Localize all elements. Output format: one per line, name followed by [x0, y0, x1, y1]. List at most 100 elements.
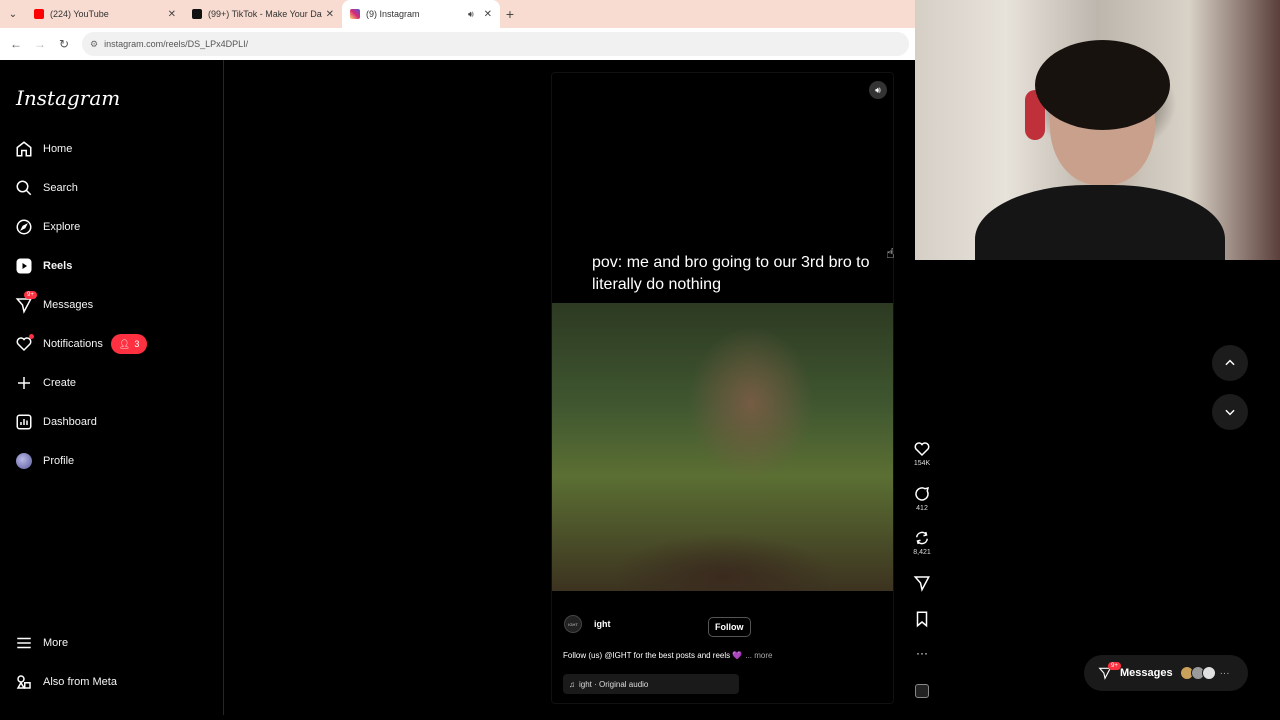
notification-count-badge[interactable]: 👤︎ 3: [110, 334, 148, 354]
reel-caption-area: 🔊︎ pov: me and bro going to our 3rd bro …: [552, 73, 893, 303]
avatar: [1201, 666, 1216, 680]
follow-button[interactable]: Follow: [708, 617, 751, 637]
next-reel-button[interactable]: [1212, 394, 1248, 430]
tab-instagram[interactable]: (9) Instagram 🔊︎ ✕: [342, 0, 500, 28]
previous-reel-button[interactable]: [1212, 345, 1248, 381]
sidebar-item-label: Profile: [43, 455, 75, 467]
sidebar-item-more[interactable]: More: [14, 630, 204, 656]
like-action[interactable]: 154K: [910, 440, 934, 467]
profile-icon-wrap: [14, 451, 34, 471]
sidebar-item-create[interactable]: Create: [14, 370, 204, 396]
audio-thumbnail-image[interactable]: [915, 684, 929, 698]
compass-icon: [14, 217, 34, 237]
author-avatar[interactable]: IGHT: [564, 615, 582, 633]
back-icon[interactable]: ←: [4, 37, 28, 51]
audio-link[interactable]: ♫ ight · Original audio: [563, 674, 739, 694]
youtube-icon: [34, 9, 44, 19]
sidebar-item-label: Search: [43, 182, 78, 194]
sidebar-item-label: Explore: [43, 221, 81, 233]
browser-tab-bar: ⌄ (224) YouTube ✕ (99+) TikTok - Make Yo…: [0, 0, 915, 28]
close-tab-icon[interactable]: ✕: [168, 9, 176, 20]
ellipsis-icon[interactable]: ···: [916, 646, 928, 660]
heart-icon: [14, 334, 34, 354]
person-icon: 👤︎: [118, 338, 131, 349]
messenger-icon: 9+: [14, 291, 37, 315]
screen: ⌄ (224) YouTube ✕ (99+) TikTok - Make Yo…: [0, 0, 1280, 720]
forward-icon[interactable]: →: [28, 37, 52, 51]
close-tab-icon[interactable]: ✕: [326, 9, 334, 20]
sidebar-item-search[interactable]: Search: [14, 175, 204, 201]
music-note-icon: ♫: [569, 679, 575, 689]
webcam-person-hair: [1035, 40, 1170, 130]
reel-caption-overlay: pov: me and bro going to our 3rd bro to …: [592, 254, 870, 293]
speaker-icon[interactable]: 🔊︎: [468, 9, 474, 20]
sidebar-item-label: Also from Meta: [43, 676, 117, 688]
reel-author[interactable]: IGHT ight: [564, 615, 611, 633]
sidebar-item-label: Create: [43, 377, 77, 389]
messages-badge: 9+: [1108, 662, 1121, 670]
sidebar-item-label: Dashboard: [43, 416, 97, 428]
heart-icon[interactable]: [913, 440, 931, 458]
sidebar: Instagram Home Search Explore Reels 9+ M…: [0, 60, 224, 715]
menu-icon: [14, 633, 34, 653]
sidebar-item-notifications[interactable]: Notifications 👤︎ 3: [14, 331, 204, 357]
author-name[interactable]: ight: [594, 619, 611, 629]
repost-action[interactable]: 8,421: [910, 529, 934, 556]
site-info-icon[interactable]: ⚙: [90, 39, 98, 50]
chevron-down-icon: [1225, 409, 1235, 416]
reel-player[interactable]: 🔊︎ pov: me and bro going to our 3rd bro …: [551, 72, 894, 704]
audio-label: ight · Original audio: [579, 679, 649, 689]
tab-title: (99+) TikTok - Make Your Day: [208, 9, 322, 19]
mouse-cursor-icon: ☝: [886, 245, 895, 261]
more-link[interactable]: ... more: [745, 651, 772, 660]
tab-tiktok[interactable]: (99+) TikTok - Make Your Day ✕: [184, 0, 342, 28]
volume-icon[interactable]: 🔊︎: [869, 81, 887, 99]
comment-action[interactable]: 412: [910, 485, 934, 512]
tiktok-icon: [192, 9, 202, 19]
audio-thumbnail[interactable]: [910, 684, 934, 698]
sidebar-item-label: More: [43, 637, 69, 649]
sidebar-item-home[interactable]: Home: [14, 136, 204, 162]
plus-icon: [14, 373, 34, 393]
tab-youtube[interactable]: (224) YouTube ✕: [26, 0, 184, 28]
send-icon[interactable]: [913, 574, 931, 592]
tab-search-dropdown[interactable]: ⌄: [0, 0, 26, 28]
sidebar-item-messages[interactable]: 9+ Messages: [14, 291, 204, 318]
share-action[interactable]: [910, 574, 934, 592]
meta-apps-icon: [14, 672, 34, 692]
close-tab-icon[interactable]: ✕: [484, 9, 492, 20]
dashboard-icon: [14, 412, 34, 432]
reel-description: Follow (us) @IGHT for the best posts and…: [563, 651, 772, 660]
sidebar-item-label: Notifications: [43, 338, 103, 350]
messages-floating-button[interactable]: 9+ Messages ···: [1084, 655, 1248, 691]
tab-title: (224) YouTube: [50, 9, 109, 19]
repost-icon[interactable]: [913, 529, 931, 547]
comment-icon[interactable]: [913, 485, 931, 503]
sidebar-item-profile[interactable]: Profile: [14, 448, 204, 474]
chevron-up-icon: [1225, 359, 1235, 366]
tab-title: (9) Instagram: [366, 9, 420, 19]
sidebar-item-label: Messages: [43, 299, 94, 311]
sidebar-item-explore[interactable]: Explore: [14, 214, 204, 240]
more-options-action[interactable]: ···: [910, 646, 934, 660]
address-bar-row: ← → ↻ ⚙ instagram.com/reels/DS_LPx4DPLI/: [0, 28, 915, 60]
repost-count: 8,421: [913, 549, 931, 556]
search-icon: [14, 178, 34, 198]
instagram-logo[interactable]: Instagram: [16, 86, 120, 110]
webcam-overlay: [915, 0, 1280, 260]
url-text: instagram.com/reels/DS_LPx4DPLI/: [104, 39, 249, 49]
save-action[interactable]: [910, 610, 934, 628]
url-field[interactable]: ⚙ instagram.com/reels/DS_LPx4DPLI/: [82, 32, 909, 56]
reload-icon[interactable]: ↻: [52, 37, 76, 51]
sidebar-item-reels[interactable]: Reels: [14, 253, 204, 279]
sidebar-item-label: Reels: [43, 260, 73, 272]
bookmark-icon[interactable]: [913, 610, 931, 628]
new-tab-button[interactable]: +: [500, 6, 520, 22]
webcam-person-body: [975, 185, 1225, 260]
messages-badge: 9+: [24, 291, 37, 299]
reel-video[interactable]: [552, 303, 893, 591]
sidebar-item-dashboard[interactable]: Dashboard: [14, 409, 204, 435]
sidebar-item-also-from-meta[interactable]: Also from Meta: [14, 669, 204, 695]
reel-info: IGHT ight Follow Follow (us) @IGHT for t…: [552, 591, 893, 703]
reels-icon: [14, 256, 34, 276]
